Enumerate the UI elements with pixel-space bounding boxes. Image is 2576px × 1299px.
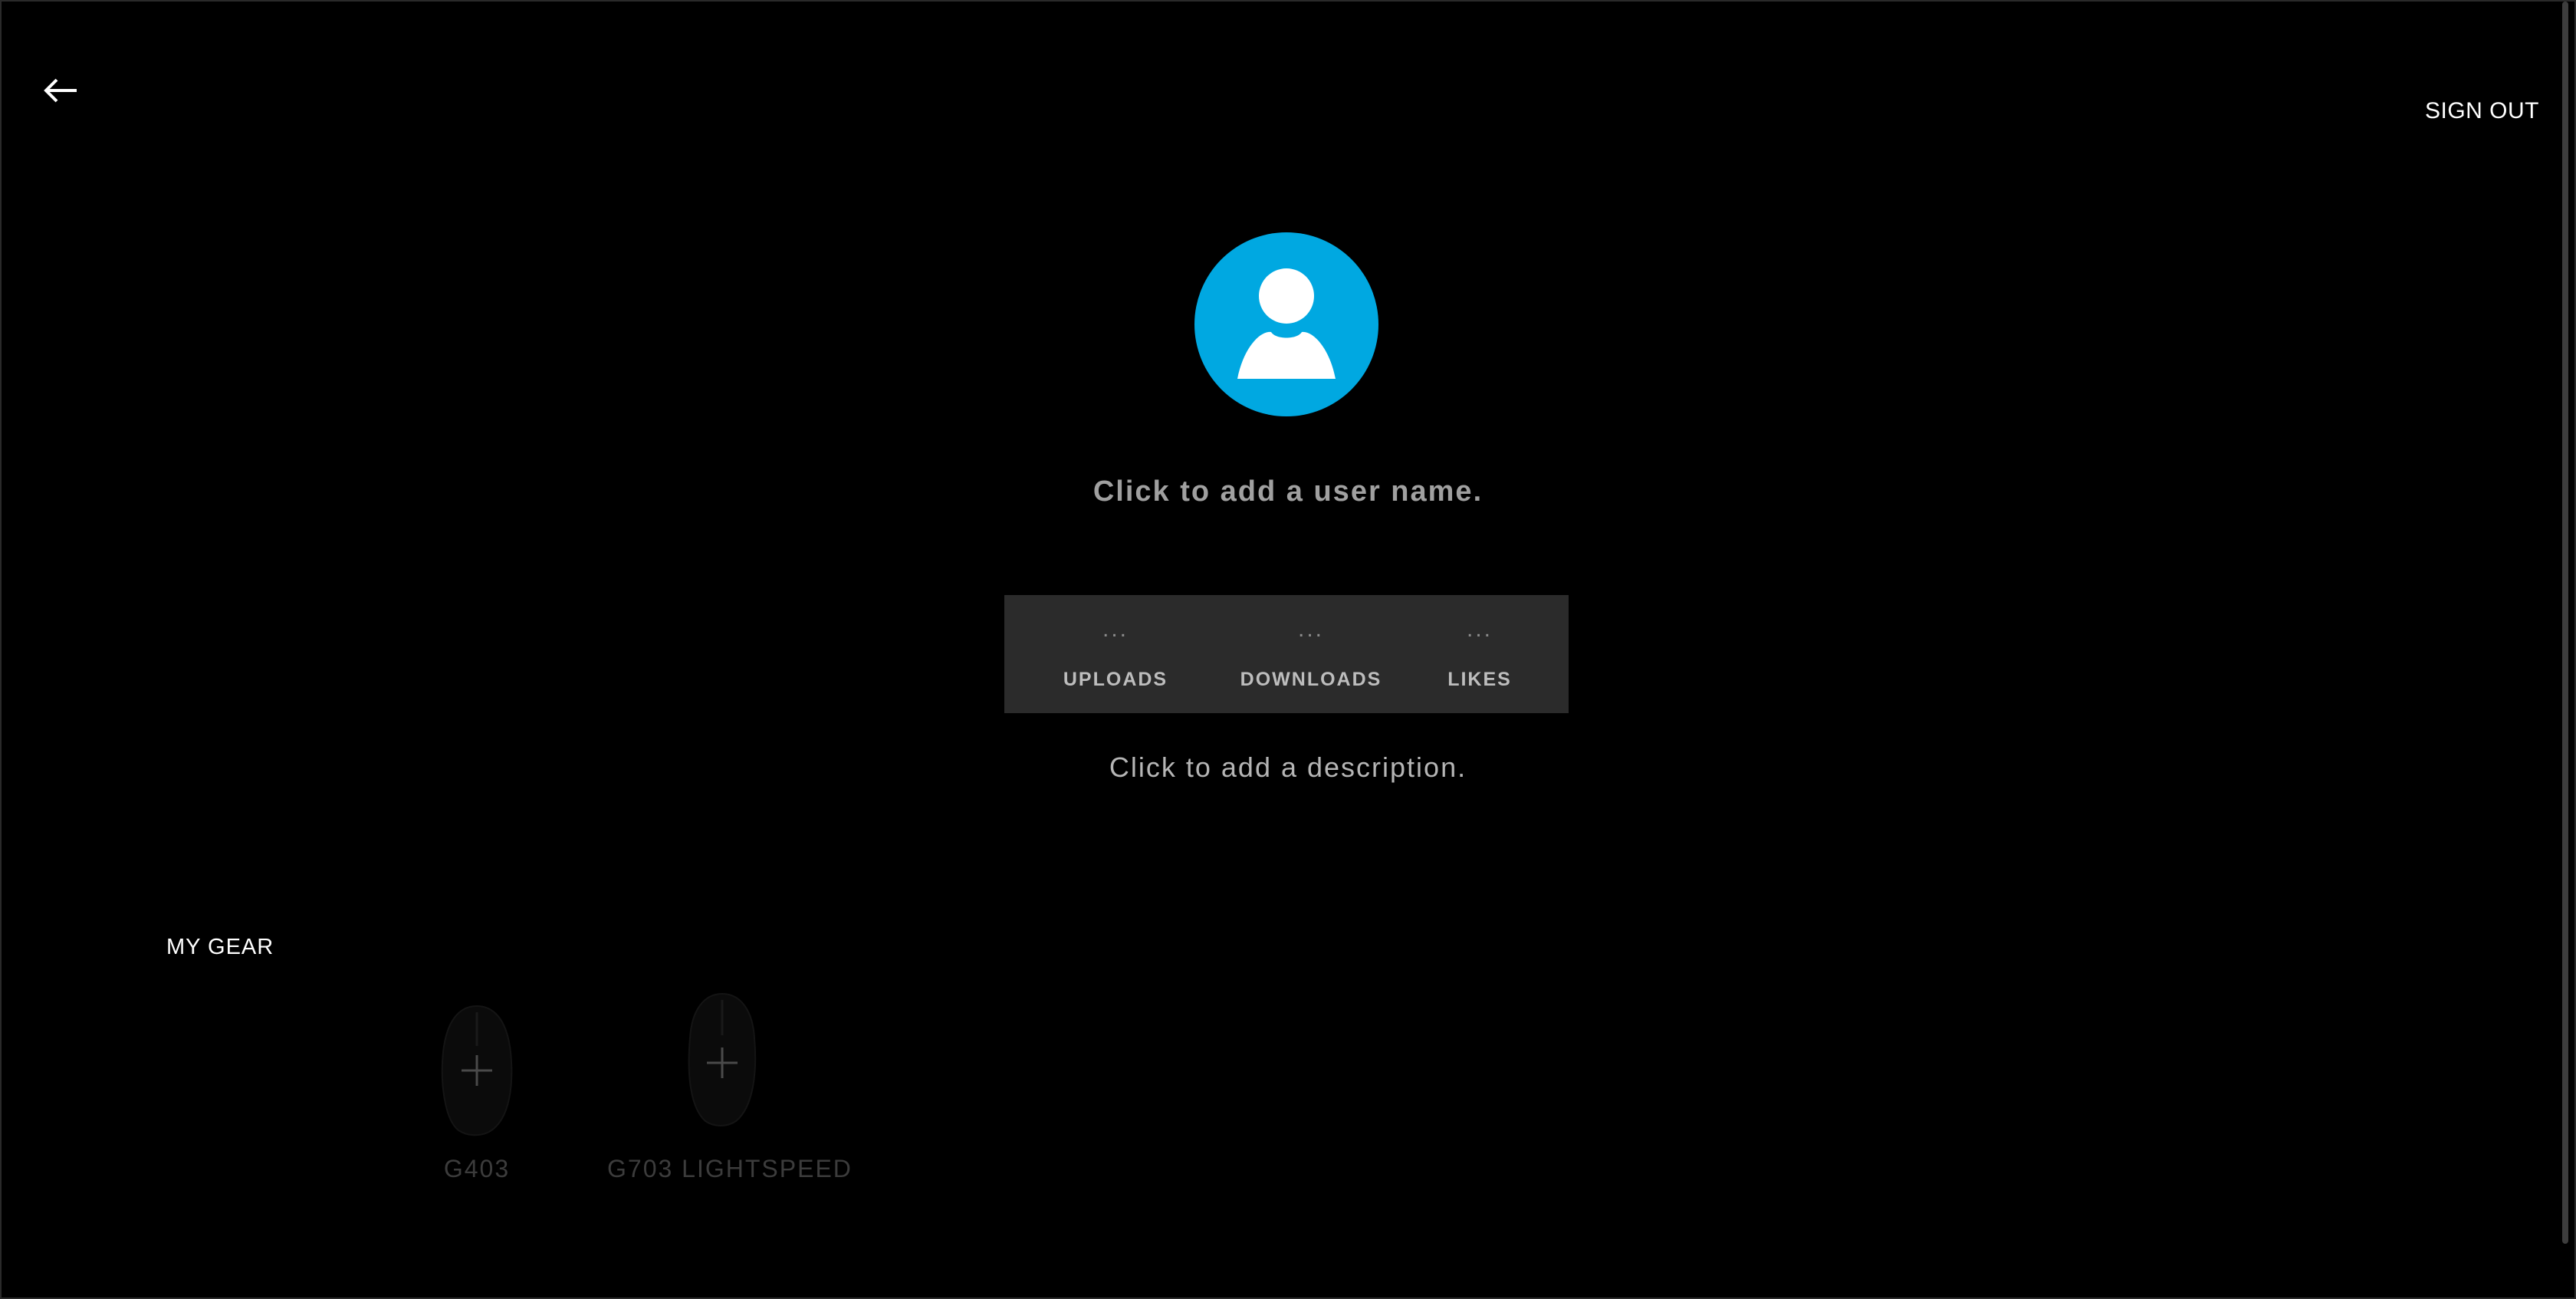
scrollbar[interactable] [2559, 2, 2574, 1297]
description-field[interactable]: Click to add a description. [2, 751, 2574, 784]
mouse-icon [688, 992, 757, 1126]
stat-downloads[interactable]: ... DOWNLOADS [1219, 595, 1403, 713]
stat-uploads[interactable]: ... UPLOADS [1035, 595, 1196, 713]
stat-value: ... [1466, 617, 1493, 642]
sign-out-button[interactable]: SIGN OUT [2425, 98, 2539, 124]
arrow-left-icon [44, 78, 77, 103]
stat-label: LIKES [1447, 669, 1512, 690]
user-name-field[interactable]: Click to add a user name. [2, 475, 2574, 508]
gear-item-label: G703 LIGHTSPEED [607, 1155, 853, 1182]
user-avatar-icon [1237, 268, 1336, 379]
my-gear-heading: MY GEAR [166, 935, 274, 959]
stat-likes[interactable]: ... LIKES [1418, 595, 1541, 713]
scrollbar-thumb[interactable] [2562, 2, 2568, 1244]
gear-item-label: G403 [443, 1155, 511, 1182]
stat-label: UPLOADS [1063, 669, 1168, 690]
mouse-icon [441, 1005, 513, 1136]
avatar[interactable] [1194, 232, 1378, 416]
stat-value: ... [1297, 617, 1324, 642]
back-button[interactable] [38, 67, 84, 113]
app-window: SIGN OUT Click to add a user name. ... U… [0, 0, 2576, 1299]
stat-label: DOWNLOADS [1240, 669, 1382, 690]
stats-panel: ... UPLOADS ... DOWNLOADS ... LIKES [1004, 595, 1569, 713]
stat-value: ... [1102, 617, 1129, 642]
